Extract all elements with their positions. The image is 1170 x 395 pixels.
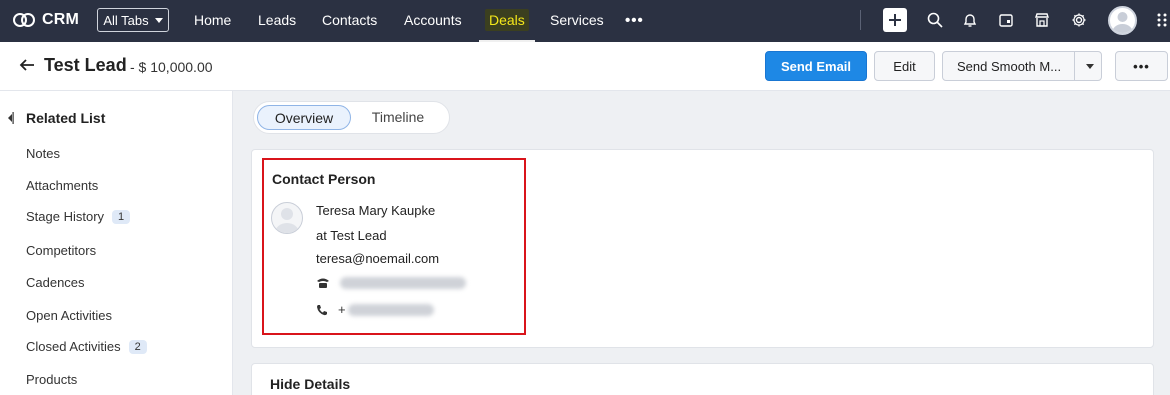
plus-icon [889, 14, 901, 26]
highlight-box: Contact Person Teresa Mary Kaupke at Tes… [262, 158, 526, 335]
search-icon [927, 12, 943, 28]
arrow-left-icon [19, 59, 34, 71]
bell-icon [963, 14, 977, 27]
grid-dots-icon [1157, 13, 1167, 27]
apps-grid-button[interactable] [1156, 12, 1168, 28]
redacted-mobile [347, 303, 434, 316]
sidebar-item-label: Notes [26, 146, 60, 161]
notifications-button[interactable] [960, 10, 980, 30]
nav-deals-label: Deals [485, 9, 529, 31]
sidebar-item-label: Products [26, 372, 78, 387]
related-list-sidebar: Related List Notes Attachments Stage His… [0, 91, 233, 395]
calendar-icon [999, 14, 1013, 27]
send-smooth-label: Send Smooth M... [957, 58, 1062, 74]
sidebar-item-open-activities[interactable]: Open Activities [26, 308, 112, 323]
contact-mobile-row[interactable]: + [316, 302, 434, 317]
sidebar-item-attachments[interactable]: Attachments [26, 178, 98, 193]
view-tabs: Overview Timeline [253, 101, 450, 134]
tab-timeline[interactable]: Timeline [358, 105, 438, 130]
record-title: Test Lead [44, 55, 127, 75]
send-email-button[interactable]: Send Email [765, 51, 867, 81]
nav-leads[interactable]: Leads [258, 0, 296, 42]
contact-name[interactable]: Teresa Mary Kaupke [316, 203, 435, 218]
collapse-sidebar-icon[interactable] [6, 111, 14, 125]
tab-overview[interactable]: Overview [257, 105, 351, 130]
app-name: CRM [42, 11, 80, 28]
record-amount: - $ 10,000.00 [130, 59, 213, 75]
related-list-header[interactable]: Related List [6, 110, 105, 126]
nav-divider [860, 10, 861, 30]
all-tabs-dropdown[interactable]: All Tabs [97, 8, 169, 32]
calendar-button[interactable] [996, 10, 1016, 30]
sidebar-item-label: Attachments [26, 178, 99, 193]
contact-email[interactable]: teresa@noemail.com [316, 251, 439, 266]
contact-company: at Test Lead [316, 228, 387, 243]
user-avatar[interactable] [1108, 6, 1137, 35]
send-smooth-button[interactable]: Send Smooth M... [942, 51, 1102, 81]
crm-logo[interactable]: CRM [12, 9, 79, 31]
store-icon [1035, 13, 1049, 27]
nav-contacts[interactable]: Contacts [322, 0, 377, 42]
contact-avatar[interactable] [271, 202, 303, 234]
main-content: Overview Timeline Contact Person Teresa … [233, 91, 1170, 395]
nav-accounts[interactable]: Accounts [404, 0, 462, 42]
chevron-down-icon[interactable] [1086, 64, 1094, 69]
nav-services[interactable]: Services [550, 0, 604, 42]
back-button[interactable] [18, 56, 36, 79]
contact-phone-row[interactable] [316, 277, 466, 289]
all-tabs-label: All Tabs [103, 12, 149, 28]
mobile-prefix: + [338, 302, 346, 317]
sidebar-item-notes[interactable]: Notes [26, 146, 60, 161]
more-tabs-button[interactable]: ••• [625, 12, 644, 29]
gear-icon [1072, 13, 1086, 27]
crm-logo-icon [13, 13, 35, 27]
sidebar-item-closed-activities[interactable]: Closed Activities 2 [26, 339, 147, 354]
count-badge: 2 [128, 339, 147, 354]
sidebar-item-label: Closed Activities [26, 339, 121, 354]
mobile-number: + [338, 302, 434, 317]
user-icon [1112, 12, 1133, 33]
sidebar-item-label: Cadences [26, 275, 85, 290]
sidebar-item-label: Open Activities [26, 308, 112, 323]
chevron-down-icon [154, 17, 163, 23]
sidebar-item-competitors[interactable]: Competitors [26, 243, 96, 258]
sidebar-item-stage-history[interactable]: Stage History 1 [26, 209, 131, 224]
nav-home[interactable]: Home [194, 0, 231, 42]
contact-person-heading: Contact Person [272, 171, 376, 187]
record-header: Test Lead - $ 10,000.00 Send Email Edit … [0, 42, 1170, 91]
sidebar-item-products[interactable]: Products [26, 372, 77, 387]
marketplace-button[interactable] [1032, 10, 1052, 30]
contact-person-card: Contact Person Teresa Mary Kaupke at Tes… [251, 149, 1154, 348]
count-badge: 1 [112, 209, 131, 224]
details-card: Hide Details [251, 363, 1154, 395]
quick-create-button[interactable] [883, 8, 907, 32]
split-divider [1074, 52, 1075, 80]
nav-deals[interactable]: Deals [479, 0, 535, 42]
related-list-title: Related List [26, 110, 106, 126]
sidebar-item-label: Competitors [26, 243, 97, 258]
edit-button[interactable]: Edit [874, 51, 935, 81]
user-icon [275, 208, 299, 233]
search-button[interactable] [925, 10, 945, 30]
top-navigation-bar: CRM All Tabs Home Leads Contacts Account… [0, 0, 1170, 42]
phone-icon [317, 304, 327, 315]
telephone-icon [317, 278, 329, 288]
sidebar-item-cadences[interactable]: Cadences [26, 275, 85, 290]
more-actions-button[interactable]: ••• [1115, 51, 1168, 81]
sidebar-item-label: Stage History [26, 209, 105, 224]
hide-details-toggle[interactable]: Hide Details [270, 376, 350, 392]
redacted-phone [340, 277, 466, 289]
settings-button[interactable] [1069, 10, 1089, 30]
